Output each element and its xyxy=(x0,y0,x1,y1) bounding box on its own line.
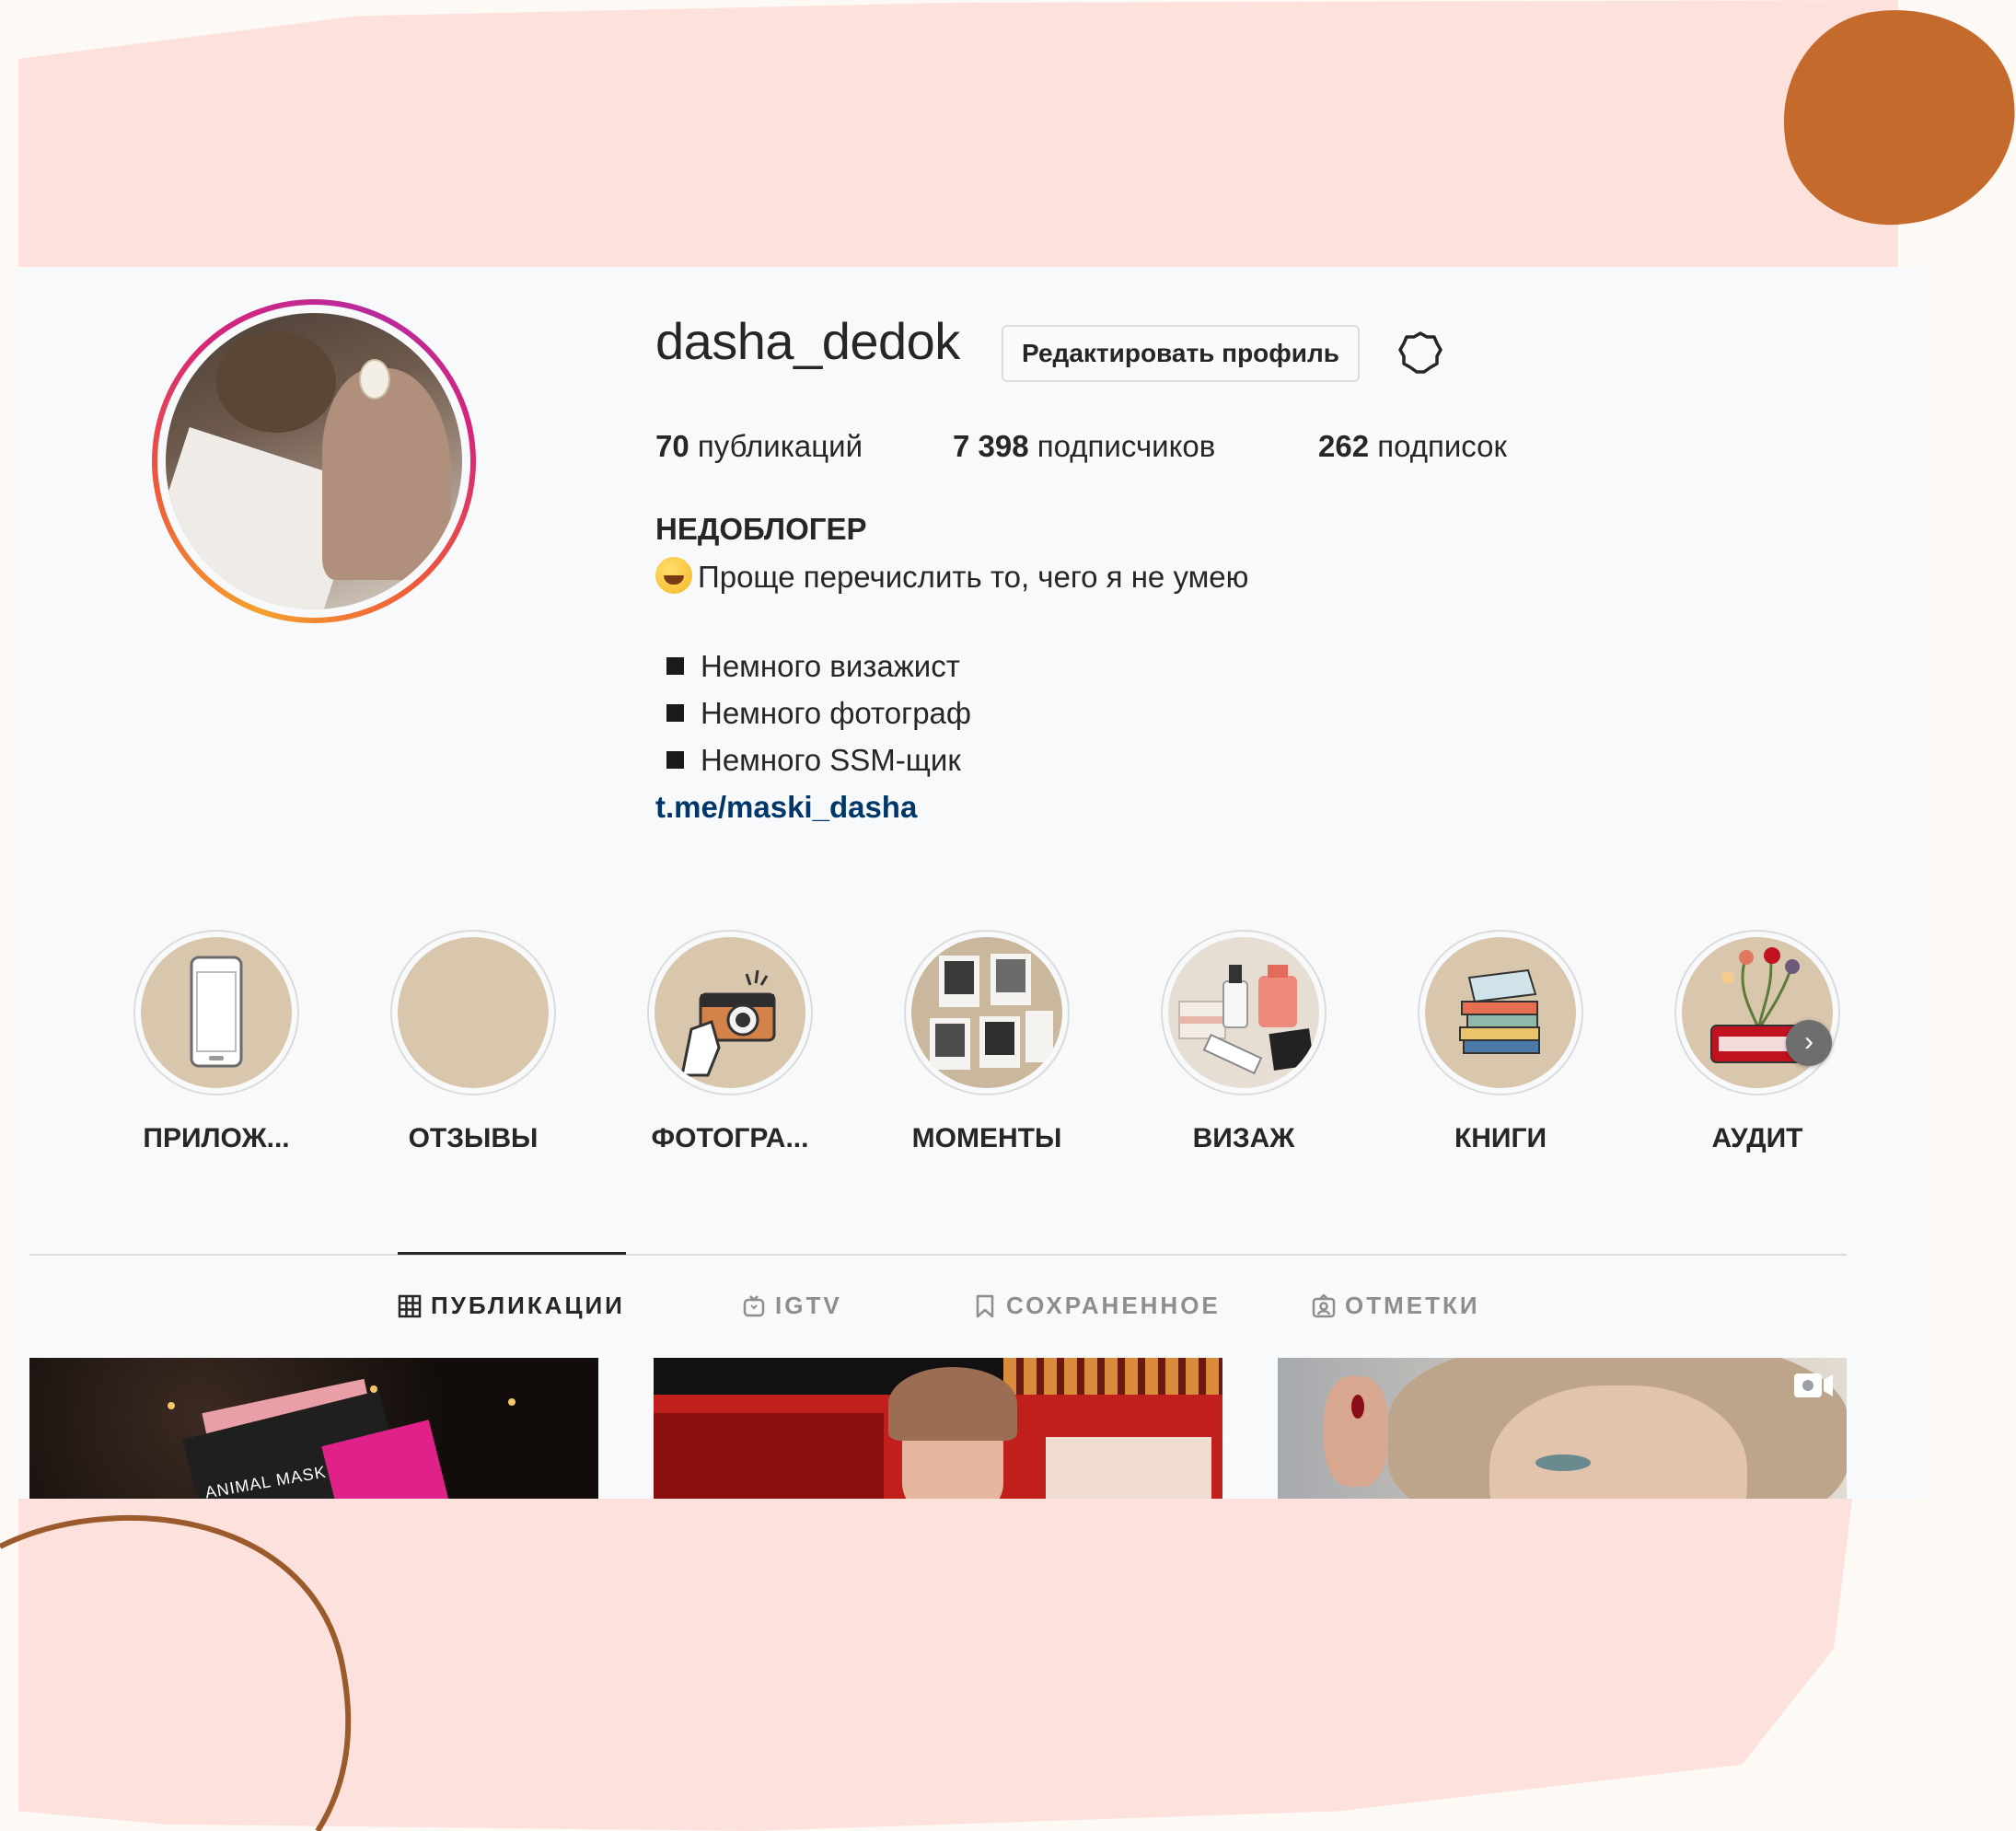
bookmark-icon xyxy=(976,1294,994,1317)
highlight-label: АУДИТ xyxy=(1711,1123,1803,1153)
decorative-brown-curve xyxy=(0,1514,352,1831)
tagged-icon xyxy=(1312,1293,1336,1317)
highlight-label: ВИЗАЖ xyxy=(1192,1123,1295,1153)
tab-posts[interactable]: ПУБЛИКАЦИИ xyxy=(398,1292,625,1320)
grinning-sweat-emoji-icon xyxy=(655,557,692,594)
post-thumbnail[interactable] xyxy=(654,1358,1222,1499)
followers-label: подписчиков xyxy=(1037,429,1216,463)
tabs-divider xyxy=(29,1254,1847,1256)
followers-count: 7 398 xyxy=(953,429,1029,463)
edit-profile-button[interactable]: Редактировать профиль xyxy=(1002,325,1360,382)
highlights-next-chevron-icon[interactable]: › xyxy=(1786,1020,1832,1066)
blank-highlight-icon xyxy=(398,937,549,1088)
profile-full-name: НЕДОБЛОГЕР xyxy=(655,512,867,546)
tab-label: СОХРАНЕННОЕ xyxy=(1006,1292,1221,1319)
highlight-photography[interactable]: ФОТОГРА... xyxy=(638,930,822,1154)
highlight-makeup[interactable]: ВИЗАЖ xyxy=(1152,930,1336,1154)
gear-icon[interactable] xyxy=(1396,330,1444,377)
tab-label: ПУБЛИКАЦИИ xyxy=(431,1292,625,1319)
decorative-pink-band-top xyxy=(18,0,1898,267)
bio-intro-text: Проще перечислить то, чего я не умею xyxy=(698,560,1249,594)
posts-count: 70 xyxy=(655,429,689,463)
username: dasha_dedok xyxy=(655,312,960,370)
bio-item-text: Немного фотограф xyxy=(701,696,972,730)
bio-list-item: Немного фотограф xyxy=(655,696,971,731)
following-label: подписок xyxy=(1377,429,1507,463)
highlight-label: КНИГИ xyxy=(1454,1123,1547,1153)
black-square-icon xyxy=(666,704,684,722)
stat-posts[interactable]: 70 публикаций xyxy=(655,429,863,464)
black-square-icon xyxy=(666,751,684,769)
highlight-label: ОТЗЫВЫ xyxy=(408,1123,539,1153)
post-thumbnail[interactable] xyxy=(1278,1358,1847,1499)
highlight-label: ФОТОГРА... xyxy=(651,1123,809,1153)
stat-following[interactable]: 262 подписок xyxy=(1318,429,1507,464)
tab-igtv[interactable]: IGTV xyxy=(742,1292,842,1320)
highlight-apps[interactable]: ПРИЛОЖ... xyxy=(124,930,308,1154)
active-tab-indicator xyxy=(398,1252,626,1255)
highlight-reviews[interactable]: ОТЗЫВЫ xyxy=(381,930,565,1154)
stat-followers[interactable]: 7 398 подписчиков xyxy=(953,429,1215,464)
bio-list-item: Немного визажист xyxy=(655,649,960,684)
tab-tagged[interactable]: ОТМЕТКИ xyxy=(1312,1292,1480,1320)
highlight-label: ПРИЛОЖ... xyxy=(143,1123,290,1153)
igtv-icon xyxy=(743,1294,765,1316)
bio-list-item: Немного SSM-щик xyxy=(655,743,961,778)
bio-line-intro: Проще перечислить то, чего я не умею xyxy=(655,557,1248,595)
highlight-label: МОМЕНТЫ xyxy=(911,1123,1062,1153)
tab-saved[interactable]: СОХРАНЕННОЕ xyxy=(973,1292,1221,1320)
following-count: 262 xyxy=(1318,429,1370,463)
tab-label: IGTV xyxy=(775,1292,842,1319)
highlight-moments[interactable]: МОМЕНТЫ xyxy=(895,930,1079,1154)
video-icon xyxy=(1794,1373,1833,1397)
avatar-story-ring[interactable] xyxy=(152,299,476,623)
bio-item-text: Немного SSM-щик xyxy=(701,743,961,777)
bio-link[interactable]: t.me/maski_dasha xyxy=(655,790,917,825)
posts-label: публикаций xyxy=(697,429,863,463)
grid-icon xyxy=(398,1294,422,1317)
highlight-books[interactable]: КНИГИ xyxy=(1408,930,1593,1154)
phone-icon xyxy=(190,956,243,1068)
books-icon xyxy=(1459,968,1540,1054)
post-thumbnail[interactable]: ANIMAL MASK xyxy=(29,1358,598,1499)
bio-item-text: Немного визажист xyxy=(701,649,960,683)
tab-label: ОТМЕТКИ xyxy=(1345,1292,1480,1319)
avatar[interactable] xyxy=(166,313,462,609)
cosmetics-icon xyxy=(1178,965,1315,1075)
photos-icon xyxy=(930,954,1053,1070)
camera-icon xyxy=(680,969,776,1077)
instagram-profile-card: dasha_dedok Редактировать профиль 70 пуб… xyxy=(18,267,1927,1499)
black-square-icon xyxy=(666,657,684,675)
